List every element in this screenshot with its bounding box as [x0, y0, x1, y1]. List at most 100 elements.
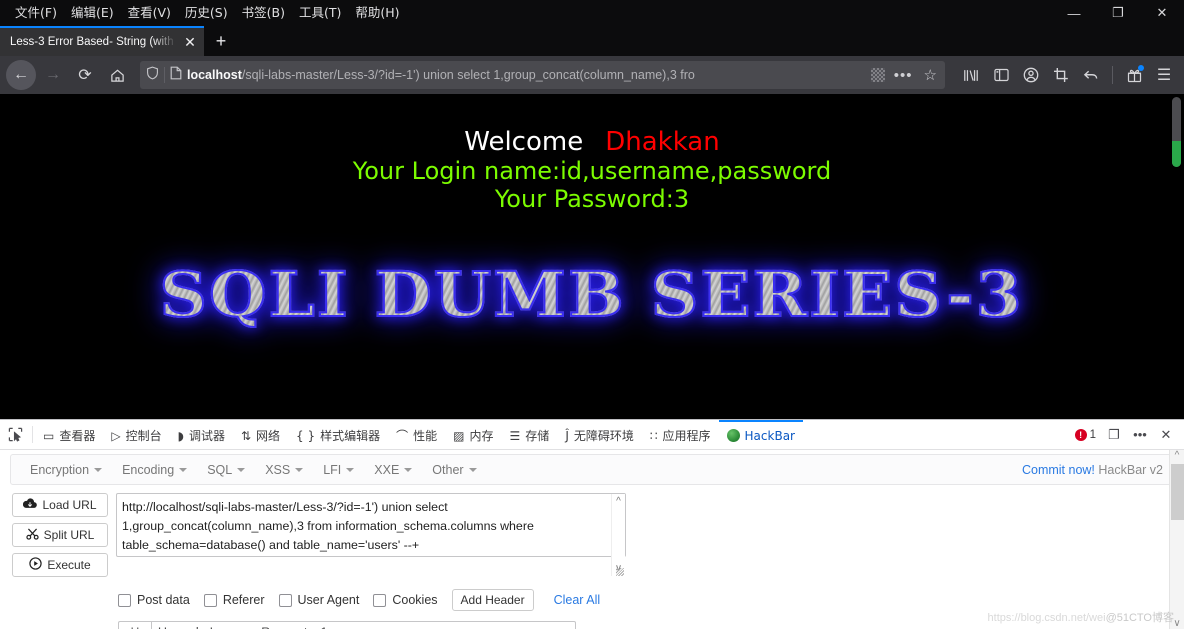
shield-icon[interactable] — [146, 66, 159, 85]
menu-icon[interactable]: ☰ — [1150, 61, 1178, 89]
dock-icon[interactable]: ❐ — [1102, 423, 1126, 447]
maximize-button[interactable]: ❐ — [1096, 0, 1140, 26]
hackbar-menu-lfi[interactable]: LFI — [314, 460, 363, 480]
page-scrollbar-thumb[interactable] — [1172, 141, 1181, 167]
header-type-cell[interactable]: H — [118, 621, 151, 629]
url-text[interactable]: localhost/sqli-labs-master/Less-3/?id=-1… — [187, 68, 866, 82]
devtools-tab-storage[interactable]: ☰ 存储 — [502, 420, 558, 449]
devtools-more-icon[interactable]: ••• — [1128, 423, 1152, 447]
bookmark-star-icon[interactable]: ☆ — [922, 66, 939, 84]
checkbox-box[interactable] — [118, 593, 131, 607]
checkbox-box[interactable] — [373, 593, 387, 607]
menu-item-file[interactable]: 文件(F) — [8, 0, 64, 26]
checkbox-box[interactable] — [203, 593, 217, 607]
devtools-tab-label: 应用程序 — [662, 429, 711, 443]
menu-item-tools[interactable]: 工具(T) — [292, 0, 348, 26]
hackbar-menu-other[interactable]: Other — [423, 460, 485, 480]
gift-notification-dot — [1138, 65, 1144, 71]
menu-item-bookmarks[interactable]: 书签(B) — [235, 0, 292, 26]
sync-back-icon[interactable] — [1077, 61, 1105, 89]
qr-code-icon[interactable] — [870, 68, 885, 82]
devtools-tab-style-editor[interactable]: { } 样式编辑器 — [288, 420, 388, 449]
commit-now-link[interactable]: Commit now! — [1022, 463, 1095, 477]
menu-item-history[interactable]: 历史(S) — [178, 0, 235, 26]
menu-label: XSS — [265, 462, 291, 477]
clear-all-link[interactable]: Clear All — [554, 593, 601, 607]
button-label: Load URL — [42, 498, 97, 512]
devtools-close-icon[interactable]: ✕ — [1154, 423, 1178, 447]
menu-item-edit[interactable]: 编辑(E) — [64, 0, 121, 26]
back-icon[interactable]: ← — [6, 60, 36, 90]
chevron-down-icon — [237, 467, 246, 472]
library-icon[interactable] — [957, 61, 985, 89]
devtools-tab-debugger[interactable]: ◗ 调试器 — [170, 420, 233, 449]
hackbar-menu-sql[interactable]: SQL — [198, 460, 254, 480]
execute-button[interactable]: Execute — [12, 553, 108, 577]
debugger-icon: ◗ — [177, 428, 184, 443]
devtools-tab-inspector[interactable]: ▭ 查看器 — [35, 420, 103, 449]
menu-label: Other — [432, 462, 464, 477]
page-actions-icon[interactable]: ••• — [890, 67, 917, 84]
url-textarea[interactable] — [116, 493, 626, 557]
chevron-down-icon — [179, 467, 188, 472]
page-scrollbar[interactable] — [1172, 97, 1181, 167]
play-circle-icon — [29, 557, 42, 573]
hb-scroll-up-icon[interactable]: ^ — [1175, 450, 1180, 461]
element-picker-icon[interactable] — [0, 420, 30, 449]
devtools-tab-console[interactable]: ▷ 控制台 — [103, 420, 169, 449]
screenshot-icon[interactable] — [1047, 61, 1075, 89]
add-header-button[interactable]: Add Header — [451, 589, 534, 611]
home-icon[interactable] — [102, 60, 132, 90]
textarea-scrollbar[interactable]: ^ ∨ — [611, 494, 625, 576]
checkbox-box[interactable] — [278, 593, 292, 607]
devtools-tab-label: 内存 — [469, 429, 494, 443]
hb-scrollbar-thumb[interactable] — [1171, 464, 1184, 520]
new-tab-button[interactable]: + — [204, 26, 238, 56]
accessibility-icon: Ĵ — [565, 428, 569, 443]
reload-icon[interactable]: ⟳ — [70, 60, 100, 90]
hackbar-menu-encoding[interactable]: Encoding — [113, 460, 196, 480]
checkbox-cookies[interactable]: Cookies — [373, 593, 438, 607]
devtools-tab-application[interactable]: ∷ 应用程序 — [642, 420, 719, 449]
menu-label: Encryption — [30, 462, 90, 477]
url-bar[interactable]: localhost/sqli-labs-master/Less-3/?id=-1… — [140, 61, 945, 89]
hackbar-menu-encryption[interactable]: Encryption — [21, 460, 111, 480]
hackbar-body: Load URL Split URL Execute http://localh… — [0, 485, 1184, 577]
devtools-tab-performance[interactable]: ⌒ 性能 — [388, 420, 445, 449]
chevron-down-icon — [346, 467, 355, 472]
forward-icon[interactable]: → — [38, 60, 68, 90]
scroll-up-icon[interactable]: ^ — [616, 496, 621, 507]
menu-item-help[interactable]: 帮助(H) — [348, 0, 406, 26]
split-url-button[interactable]: Split URL — [12, 523, 108, 547]
checkbox-post-data[interactable]: Post data — [118, 593, 190, 607]
hackbar-menu-xxe[interactable]: XXE — [365, 460, 421, 480]
sidebar-icon[interactable] — [987, 61, 1015, 89]
browser-tab[interactable]: Less-3 Error Based- String (with T ✕ — [0, 26, 204, 56]
gift-icon[interactable] — [1120, 61, 1148, 89]
hackbar-url-area: ^ ∨ — [116, 493, 626, 577]
devtools-tab-accessibility[interactable]: Ĵ 无障碍环境 — [557, 420, 642, 449]
checkbox-referer[interactable]: Referer — [203, 593, 265, 607]
account-icon[interactable] — [1017, 61, 1045, 89]
devtools-tab-network[interactable]: ⇅ 网络 — [233, 420, 288, 449]
devtools-tab-hackbar[interactable]: HackBar — [718, 420, 803, 449]
load-url-button[interactable]: Load URL — [12, 493, 108, 517]
error-badge[interactable]: ! 1 — [1074, 428, 1100, 441]
devtools-tab-label: 性能 — [413, 429, 438, 443]
menu-item-view[interactable]: 查看(V) — [121, 0, 178, 26]
minimize-button[interactable]: — — [1052, 0, 1096, 26]
hackbar-menu-xss[interactable]: XSS — [256, 460, 312, 480]
toolbar-divider — [1112, 66, 1113, 84]
hb-scroll-down-icon[interactable]: ∨ — [1173, 618, 1180, 629]
cloud-download-icon — [23, 498, 38, 512]
hackbar-scrollbar[interactable]: ^ ∨ — [1169, 450, 1184, 629]
hackbar-options-row: Post data Referer User Agent Cookies Add… — [0, 577, 1184, 611]
checkbox-user-agent[interactable]: User Agent — [278, 593, 359, 607]
textarea-resize-grip[interactable] — [616, 568, 624, 576]
devtools-tab-memory[interactable]: ▨ 内存 — [445, 420, 501, 449]
close-tab-icon[interactable]: ✕ — [180, 32, 200, 52]
menu-label: SQL — [207, 462, 233, 477]
close-window-button[interactable]: ✕ — [1140, 0, 1184, 26]
login-name-line: Your Login name:id,username,password — [352, 157, 832, 185]
header-value-input[interactable]: Upgrade-Insecure-Requests: 1 — [151, 621, 576, 629]
